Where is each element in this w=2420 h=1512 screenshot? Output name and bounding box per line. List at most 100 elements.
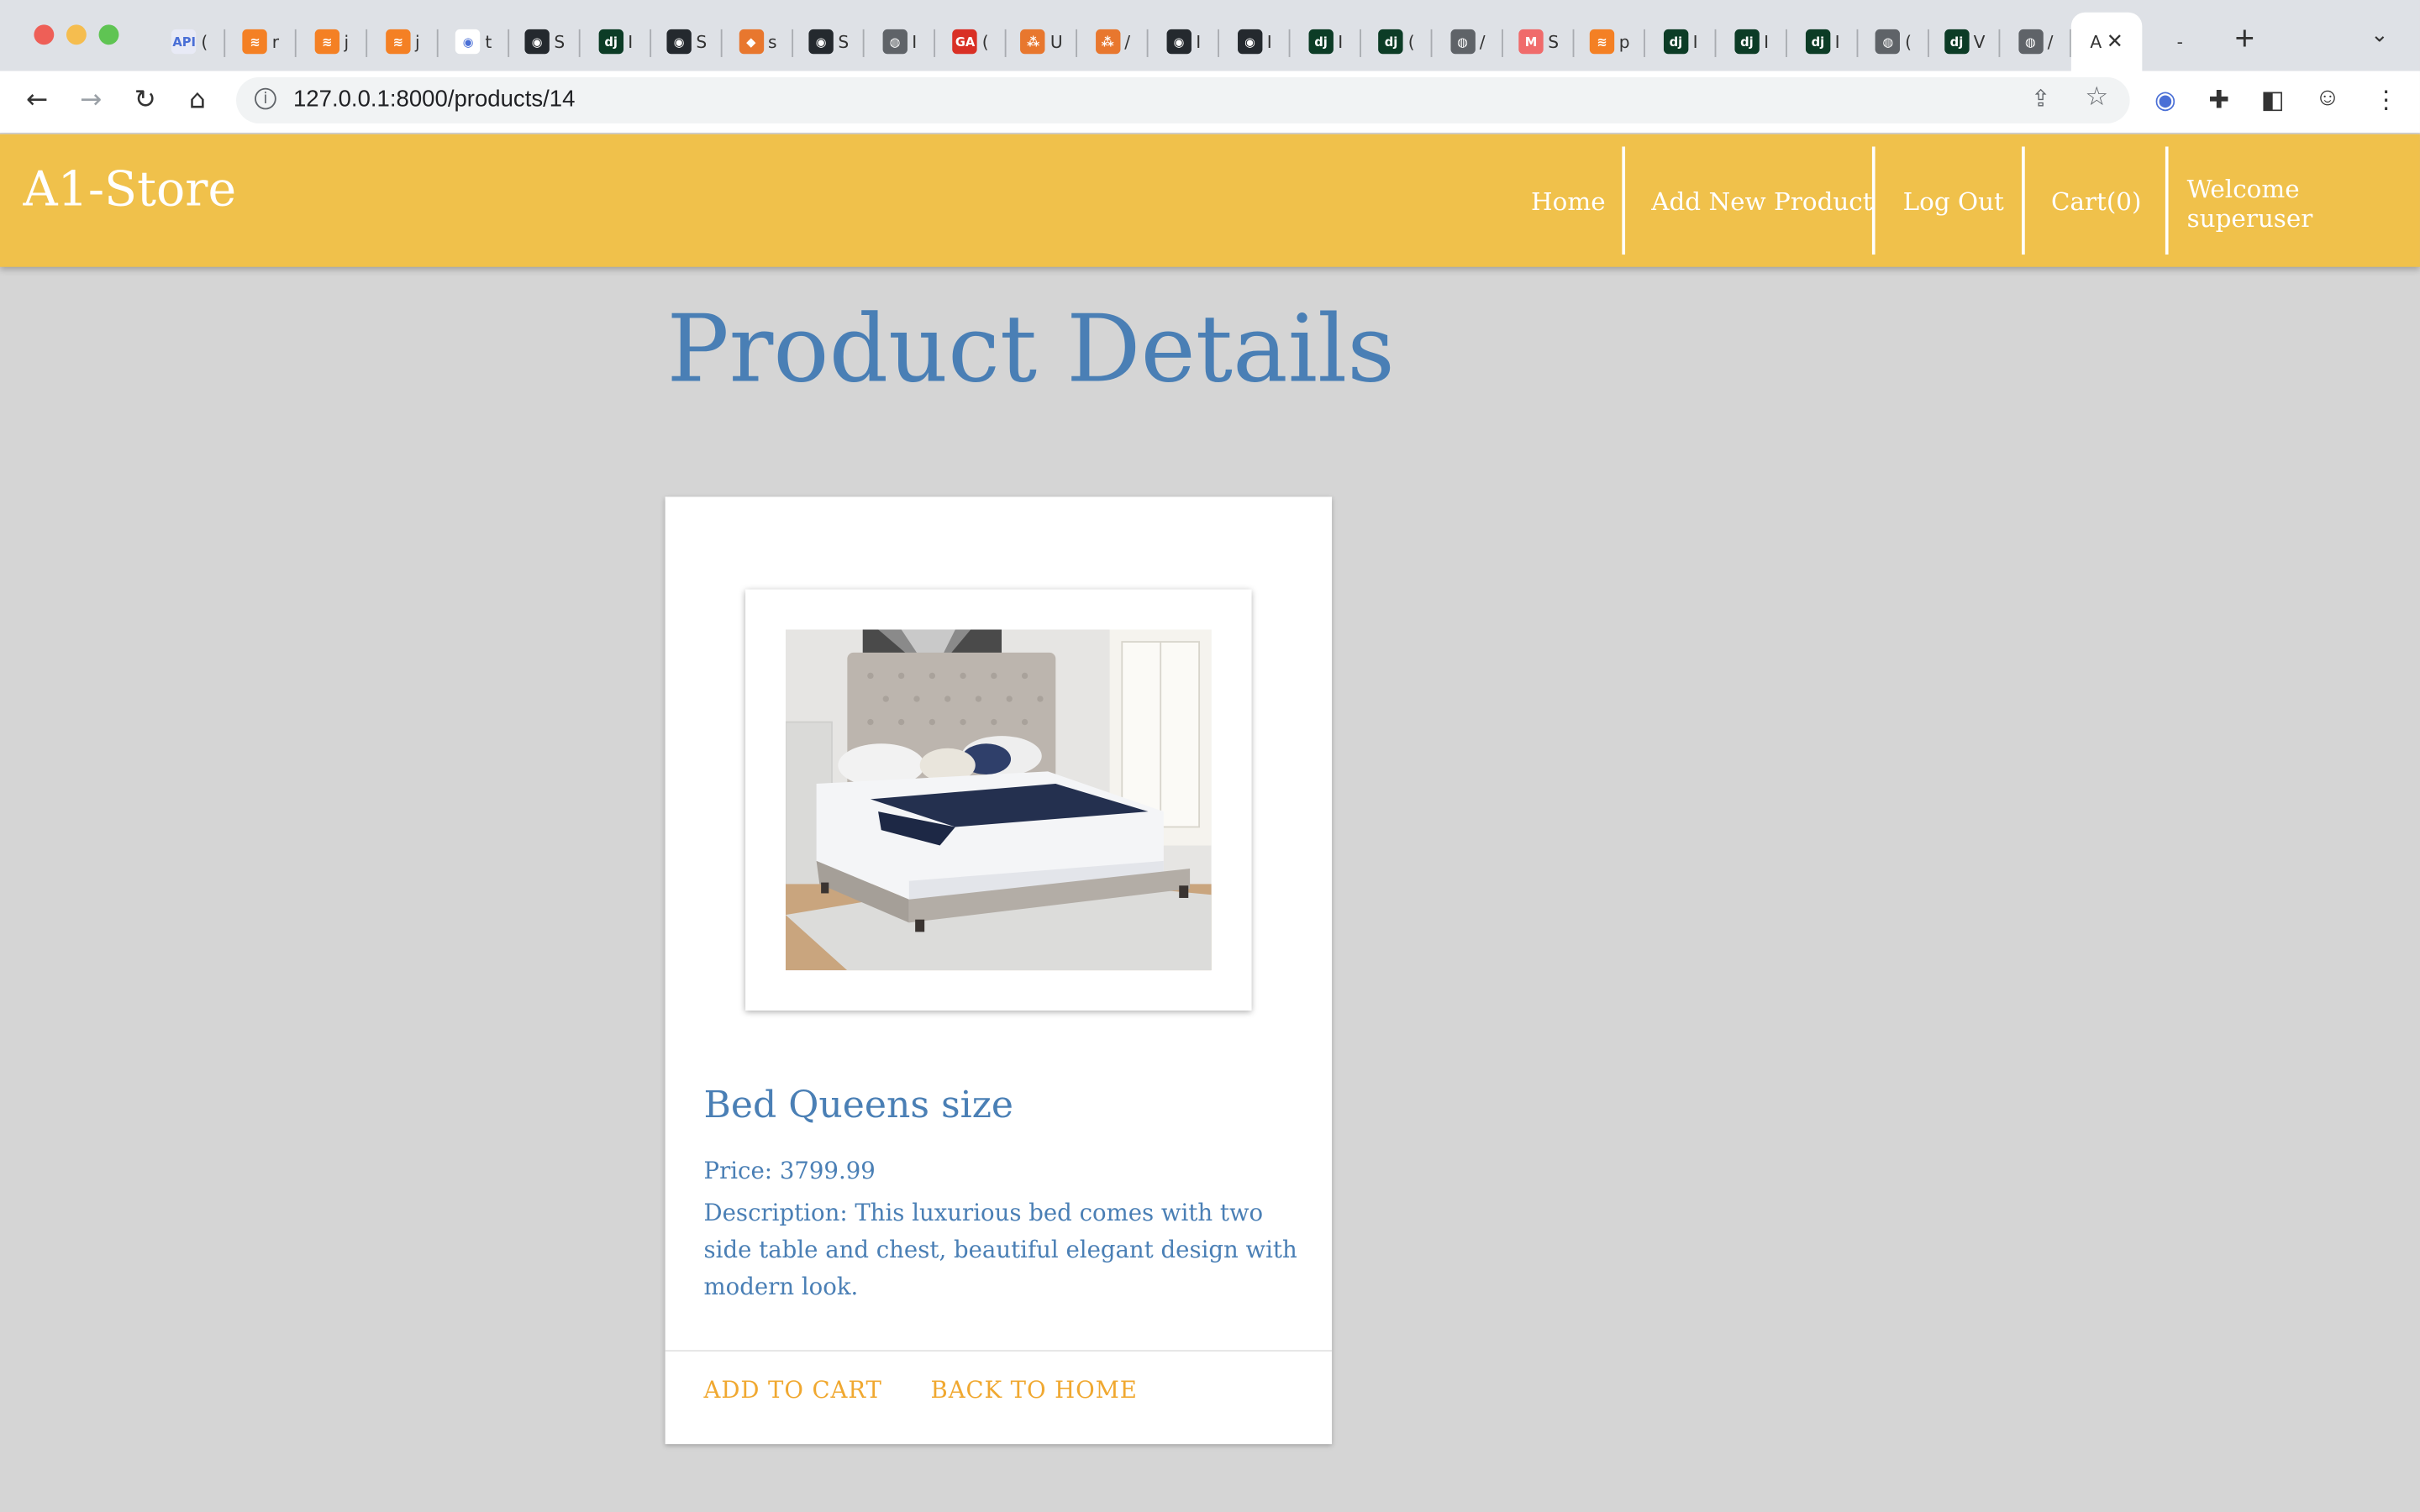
browser-tab-title: (: [981, 31, 989, 52]
api-docs-icon: API: [171, 29, 197, 55]
browser-tab[interactable]: -: [2142, 13, 2212, 71]
browser-tab-title: j: [344, 31, 350, 52]
browser-tab-title: S: [838, 31, 850, 52]
bed-photo-illustration: [785, 629, 1212, 971]
browser-tab[interactable]: dj I: [1716, 13, 1787, 71]
browser-tab[interactable]: ◍(: [1858, 13, 1929, 71]
browser-tab[interactable]: ◉ I: [1219, 13, 1291, 71]
browser-tab[interactable]: ≋ r: [225, 13, 297, 71]
browser-tab-title: /: [1479, 31, 1486, 52]
github-icon: ◉: [524, 29, 550, 55]
profile-avatar-icon[interactable]: ☺: [2315, 85, 2340, 113]
browser-tab[interactable]: ◍ /: [2000, 13, 2071, 71]
nav-home-link[interactable]: Home: [1531, 134, 1606, 267]
globe-icon: ◍: [2018, 29, 2044, 55]
browser-tab[interactable]: dj I: [1645, 13, 1717, 71]
share-icon[interactable]: ⇪: [2031, 85, 2050, 113]
browser-tab[interactable]: dj V: [1929, 13, 2001, 71]
back-arrow-icon[interactable]: ←: [20, 85, 54, 116]
nav-divider: [1622, 146, 1626, 255]
bookmark-star-icon[interactable]: ☆: [2085, 81, 2108, 113]
product-image: [785, 629, 1212, 971]
browser-tab[interactable]: API(: [155, 13, 226, 71]
nav-add-product-link[interactable]: Add New Product: [1651, 134, 1872, 267]
home-icon[interactable]: ⌂: [181, 85, 214, 116]
forward-arrow-icon[interactable]: →: [74, 85, 108, 116]
puzzle-extensions-icon[interactable]: ✚: [2208, 85, 2229, 116]
maximize-window-button[interactable]: [98, 24, 119, 45]
github-icon: ◉: [666, 29, 692, 55]
browser-tab-title: (: [201, 31, 208, 52]
extension-icon[interactable]: ◉: [2154, 85, 2176, 116]
new-tab-button[interactable]: +: [2235, 18, 2255, 59]
browser-tab[interactable]: ◉ I: [1149, 13, 1219, 71]
menu-dots-icon[interactable]: ⋮: [2374, 85, 2398, 116]
browser-tab-title: I: [1338, 31, 1344, 52]
browser-tab[interactable]: dj I: [1787, 13, 1859, 71]
close-tab-icon[interactable]: ✕: [2107, 29, 2123, 54]
github-icon: ◉: [455, 29, 481, 55]
back-to-home-button[interactable]: BACK TO HOME: [931, 1376, 1138, 1404]
browser-tab[interactable]: ◉ t: [439, 13, 510, 71]
github-icon: ◉: [1237, 29, 1263, 55]
browser-tab-title: j: [415, 31, 420, 52]
product-card: Bed Queens size Price: 3799.99 Descripti…: [665, 496, 1333, 1445]
stackoverflow-icon: ≋: [386, 29, 411, 55]
browser-tab-title: V: [1973, 31, 1986, 52]
browser-tab-title: (: [1905, 31, 1912, 52]
nav-logout-link[interactable]: Log Out: [1903, 134, 2004, 267]
browser-tab[interactable]: ◍ /: [1432, 13, 1503, 71]
browser-tab-title: /: [2047, 31, 2054, 52]
browser-tab-title: I: [912, 31, 918, 52]
django-icon: dj: [1378, 29, 1404, 55]
browser-tab-title: I: [628, 31, 634, 52]
address-bar[interactable]: i 127.0.0.1:8000/products/14 ⇪ ☆: [236, 76, 2130, 123]
browser-tab[interactable]: ≋ j: [367, 13, 439, 71]
browser-tab-title: I: [1196, 31, 1202, 52]
browser-tab[interactable]: dj(: [1361, 13, 1433, 71]
m-icon: M: [1518, 29, 1544, 55]
site-navbar: A1-Store Home Add New Product Log Out Ca…: [0, 134, 2420, 267]
reload-icon[interactable]: ↻: [128, 85, 161, 116]
active-browser-tab[interactable]: A ✕: [2070, 12, 2143, 71]
browser-tab[interactable]: dj I: [1290, 13, 1361, 71]
stackoverflow-icon: ≋: [242, 29, 268, 55]
stackoverflow-icon: ≋: [314, 29, 340, 55]
card-divider: [665, 1350, 1333, 1352]
browser-tab[interactable]: GA(: [935, 13, 1007, 71]
site-info-icon[interactable]: i: [255, 87, 276, 110]
browser-tab-title: -: [2176, 31, 2183, 52]
browser-tab-title: I: [1834, 31, 1840, 52]
add-to-cart-button[interactable]: ADD TO CART: [704, 1376, 882, 1404]
browser-tab-title: I: [1692, 31, 1698, 52]
browser-tab[interactable]: ⁂ U: [1007, 13, 1078, 71]
close-window-button[interactable]: [34, 24, 55, 45]
browser-tab[interactable]: dj I: [581, 13, 652, 71]
browser-tab[interactable]: ◉ S: [651, 13, 723, 71]
tab-list: API(≋ r ≋ j ≋ j ◉ t ◉ Sdj I ◉ S ◆ s ◉ S ◍ I GA(⁂ U ⁂ / ◉ I ◉ Idj Id…: [155, 12, 2213, 71]
browser-tab[interactable]: ◉ S: [509, 13, 581, 71]
browser-tab[interactable]: MS: [1503, 13, 1575, 71]
tab-search-chevron-icon[interactable]: ⌄: [2370, 22, 2389, 48]
tree-icon: ⁂: [1020, 29, 1046, 55]
browser-tab[interactable]: ◍ I: [865, 13, 936, 71]
browser-tab-title: /: [1124, 31, 1131, 52]
nav-divider: [2165, 146, 2169, 255]
page-title: Product Details: [666, 296, 1395, 405]
browser-tab-title: r: [271, 31, 280, 52]
package-icon: ◆: [739, 29, 764, 55]
browser-tab[interactable]: ⁂ /: [1077, 13, 1149, 71]
browser-tab[interactable]: ◉ S: [793, 13, 865, 71]
minimize-window-button[interactable]: [66, 24, 87, 45]
product-price: Price: 3799.99: [703, 1157, 876, 1185]
nav-cart-link[interactable]: Cart(0): [2051, 134, 2142, 267]
browser-tab[interactable]: ≋ j: [297, 13, 368, 71]
brand-logo[interactable]: A1-Store: [24, 162, 237, 218]
browser-tab[interactable]: ◆ s: [723, 13, 794, 71]
product-image-frame: [745, 589, 1252, 1011]
browser-tab[interactable]: ≋ p: [1574, 13, 1645, 71]
url-text[interactable]: 127.0.0.1:8000/products/14: [293, 87, 575, 113]
window-controls: [34, 24, 119, 45]
active-tab-title: A: [2090, 31, 2102, 52]
side-panel-icon[interactable]: ◧: [2261, 85, 2285, 116]
